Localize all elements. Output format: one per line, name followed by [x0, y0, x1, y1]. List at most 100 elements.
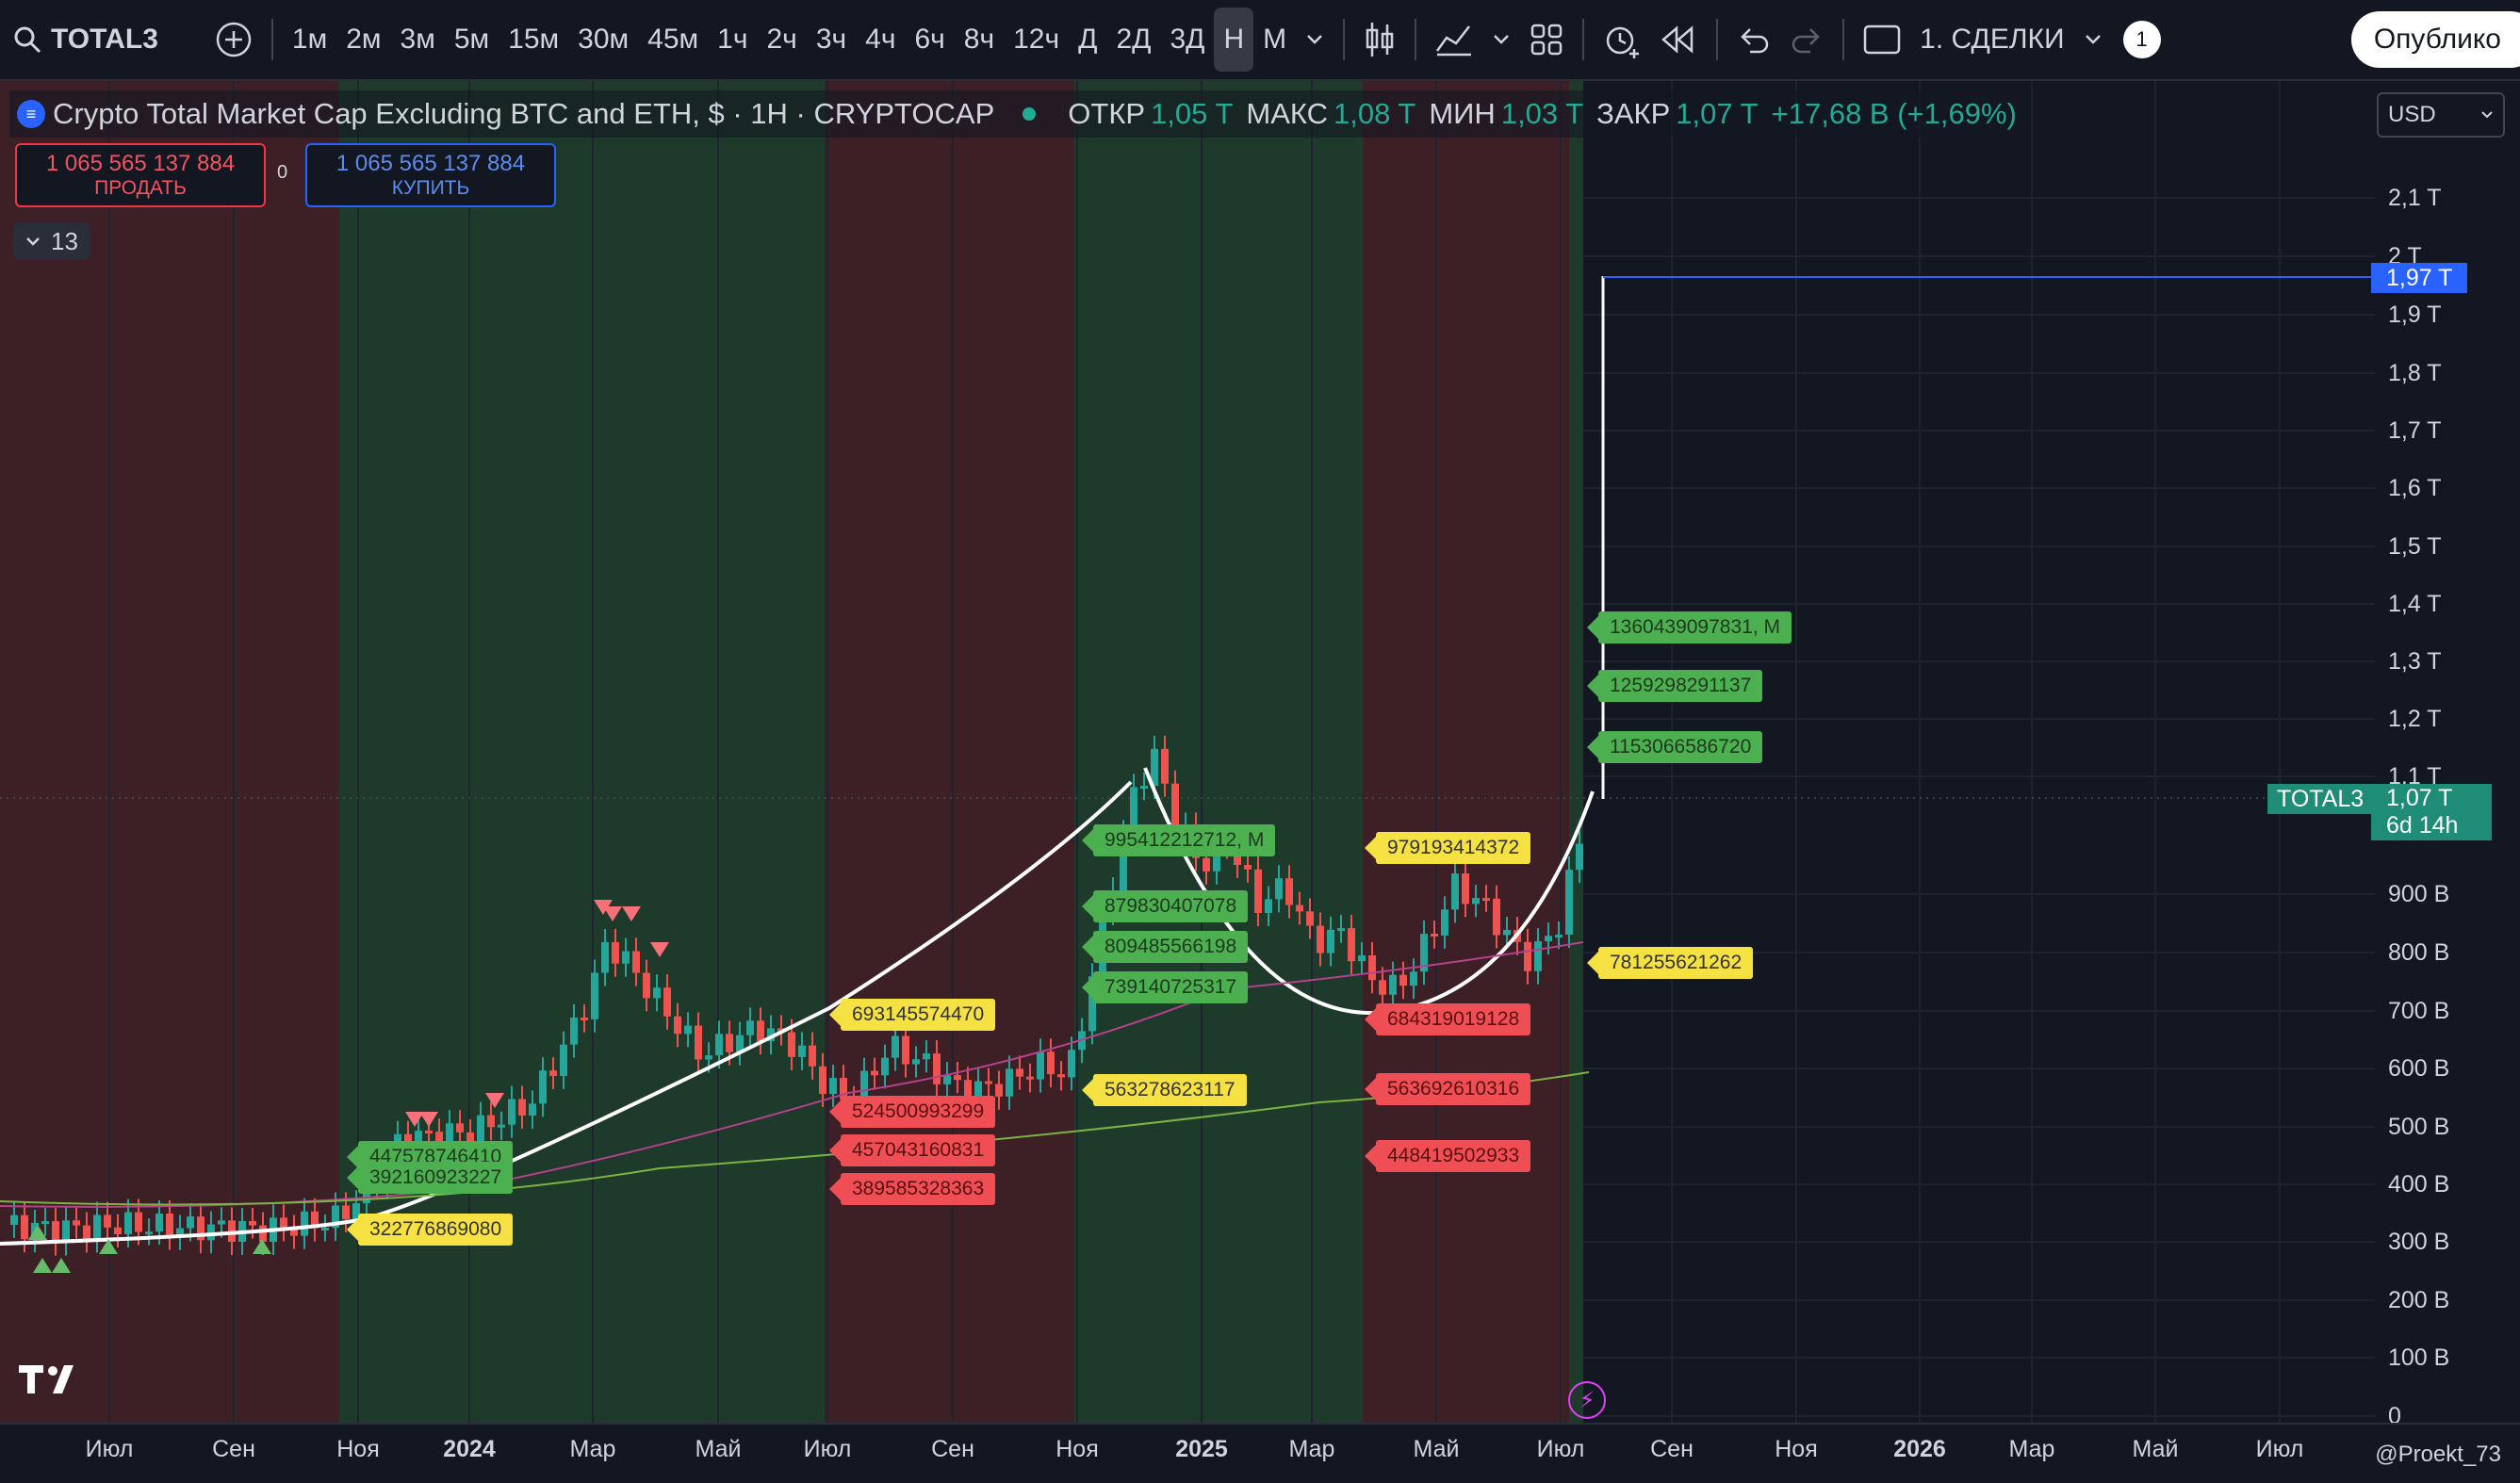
candle-body	[280, 1217, 287, 1229]
chart-type-button[interactable]	[1354, 8, 1405, 72]
candle-body	[1555, 935, 1563, 938]
author-watermark: @Proekt_73	[2375, 1442, 2501, 1467]
legend-open: 1,05 T	[1151, 97, 1234, 130]
fullscreen-button[interactable]	[1854, 8, 1910, 72]
candle-body	[1265, 899, 1272, 913]
level-tag: 448419502933	[1364, 1140, 1531, 1172]
interval-8[interactable]: 2ч	[757, 8, 806, 72]
zone-band	[1074, 81, 1363, 1423]
time-tick: Июл	[1536, 1436, 1585, 1462]
interval-18[interactable]: М	[1253, 8, 1296, 72]
time-tick: 2024	[443, 1436, 496, 1462]
interval-1[interactable]: 2м	[336, 8, 390, 72]
level-tag: 995412212712, M	[1081, 824, 1276, 856]
candle-body	[1275, 878, 1283, 900]
compare-button[interactable]	[205, 8, 262, 72]
level-tag: 693145574470	[828, 999, 996, 1031]
undo-button[interactable]	[1727, 8, 1780, 72]
candle-body	[1327, 929, 1334, 953]
alerts-count-badge[interactable]: 1	[2122, 21, 2161, 58]
time-tick: Ноя	[1775, 1436, 1818, 1462]
candle-body	[1399, 974, 1407, 986]
interval-15[interactable]: 2Д	[1106, 8, 1160, 72]
symbol-logo-icon: ≡	[17, 100, 45, 128]
candle-body	[342, 1205, 350, 1219]
current-price: 1,07 T	[2386, 785, 2453, 811]
candle-body	[83, 1225, 90, 1240]
interval-10[interactable]: 4ч	[856, 8, 905, 72]
interval-0[interactable]: 1м	[283, 8, 336, 72]
lightning-icon[interactable]: ⚡	[1568, 1381, 1606, 1419]
price-tick: 1,9 T	[2388, 301, 2442, 328]
candle-body	[155, 1213, 163, 1232]
interval-16[interactable]: 3Д	[1160, 8, 1214, 72]
interval-dropdown[interactable]	[1296, 8, 1334, 72]
candle-body	[1545, 936, 1552, 942]
redo-button[interactable]	[1780, 8, 1833, 72]
interval-17[interactable]: Н	[1214, 8, 1254, 72]
separator	[1582, 19, 1585, 60]
interval-11[interactable]: 6ч	[905, 8, 954, 72]
interval-13[interactable]: 12ч	[1004, 8, 1069, 72]
candle-body	[508, 1099, 515, 1125]
sell-label: ПРОДАТЬ	[94, 177, 187, 199]
trades-button[interactable]: 1. СДЕЛКИ	[1910, 8, 2073, 72]
symbol-price-tag: TOTAL3	[2267, 784, 2374, 814]
interval-9[interactable]: 3ч	[807, 8, 856, 72]
interval-12[interactable]: 8ч	[955, 8, 1004, 72]
candle-body	[788, 1032, 795, 1057]
price-tick: 1,5 T	[2388, 533, 2442, 560]
tradingview-logo-icon	[19, 1365, 74, 1393]
replay-button[interactable]	[1650, 8, 1707, 72]
candle-body	[1016, 1068, 1023, 1077]
price-tick: 1,7 T	[2388, 417, 2442, 444]
time-tick: Май	[695, 1436, 742, 1462]
indicators-button[interactable]	[1426, 8, 1482, 72]
tradingview-logo	[19, 1362, 83, 1405]
interval-5[interactable]: 30м	[568, 8, 638, 72]
trades-dropdown[interactable]	[2074, 8, 2112, 72]
interval-7[interactable]: 1ч	[708, 8, 757, 72]
chart-legend[interactable]: ≡ Crypto Total Market Cap Excluding BTC …	[9, 90, 2024, 138]
buy-button[interactable]: 1 065 565 137 884 КУПИТЬ	[305, 143, 556, 207]
candle-body	[1068, 1050, 1075, 1078]
candle-body	[1296, 904, 1303, 912]
candle-body	[715, 1034, 723, 1056]
interval-14[interactable]: Д	[1069, 8, 1106, 72]
indicators-dropdown[interactable]	[1482, 8, 1520, 72]
candle-body	[632, 951, 640, 973]
candle-body	[1026, 1076, 1034, 1080]
time-tick: Сен	[212, 1436, 255, 1462]
indicators-collapse-button[interactable]: 13	[13, 222, 90, 260]
time-tick: Мар	[2008, 1436, 2055, 1462]
price-tick: 600 B	[2388, 1055, 2450, 1082]
interval-3[interactable]: 5м	[445, 8, 499, 72]
interval-4[interactable]: 15м	[499, 8, 568, 72]
level-tag: 1259298291137	[1586, 670, 1763, 702]
alert-button[interactable]	[1594, 8, 1650, 72]
candle-body	[560, 1044, 567, 1076]
top-toolbar: TOTAL3 1м 2м 3м 5м 15м 30м 45м 1ч 2ч 3ч 4ч 6ч 8ч 12ч Д…	[0, 0, 2520, 81]
interval-6[interactable]: 45м	[638, 8, 708, 72]
candle-body	[52, 1221, 59, 1243]
candle-body	[529, 1103, 536, 1116]
sell-button[interactable]: 1 065 565 137 884 ПРОДАТЬ	[15, 143, 266, 207]
candle-body	[114, 1227, 122, 1234]
interval-2[interactable]: 3м	[391, 8, 445, 72]
price-tick: 700 B	[2388, 998, 2450, 1024]
symbol-name: TOTAL3	[51, 24, 158, 55]
indicators-count: 13	[51, 226, 78, 255]
rectangle-icon	[1863, 24, 1901, 55]
symbol-search[interactable]: TOTAL3	[0, 8, 168, 72]
candle-body	[1493, 898, 1500, 936]
market-status-dot	[1023, 107, 1037, 121]
candle-body	[301, 1211, 308, 1236]
publish-button[interactable]: Опублико	[2350, 11, 2520, 68]
time-tick: Июл	[2255, 1436, 2304, 1462]
currency-value: USD	[2388, 102, 2436, 127]
candle-body	[487, 1115, 495, 1128]
templates-button[interactable]	[1520, 8, 1573, 72]
candle-body	[819, 1066, 826, 1095]
candle-body	[1037, 1051, 1044, 1080]
currency-select[interactable]: USD	[2377, 92, 2505, 138]
